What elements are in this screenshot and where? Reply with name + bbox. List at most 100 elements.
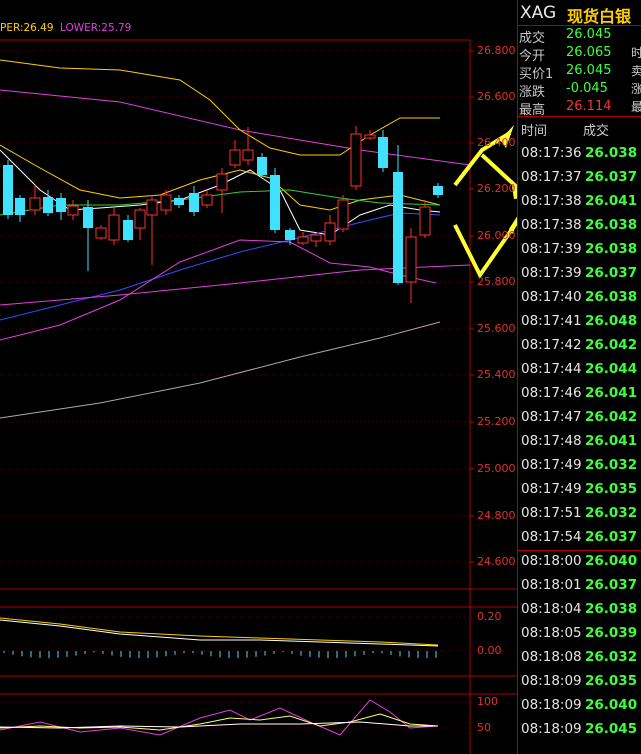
candle-body (160, 194, 172, 211)
price-axis-label: 24.800 (477, 509, 516, 522)
price-axis-label: 25.200 (477, 415, 516, 428)
candle-body (146, 199, 158, 216)
tick-row[interactable]: 08:17:46 26.041 (517, 385, 641, 409)
kdj-j-line (0, 699, 439, 736)
candle-body (337, 199, 349, 230)
tick-time: 08:18:05 (521, 625, 582, 641)
tick-price: 26.037 (585, 169, 638, 185)
tick-price: 26.039 (585, 625, 638, 641)
tick-price: 26.038 (585, 145, 638, 161)
price-axis-label: 25.800 (477, 275, 516, 288)
tick-time: 08:17:36 (521, 145, 582, 161)
tick-price: 26.038 (585, 241, 638, 257)
price-axis-label: 25.600 (477, 322, 516, 335)
signal-line (0, 617, 439, 646)
tick-row[interactable]: 08:17:49 26.035 (517, 481, 641, 505)
candle-body (83, 207, 93, 228)
tick-row[interactable]: 08:17:36 26.038 (517, 145, 641, 169)
price-axis-label: 26.200 (477, 182, 516, 195)
candlestick-chart[interactable] (0, 0, 517, 754)
candle-body (324, 222, 336, 242)
quote-value: 26.114 (566, 99, 612, 114)
tick-row[interactable]: 08:17:38 26.041 (517, 193, 641, 217)
tick-row[interactable]: 08:18:01 26.037 (517, 577, 641, 601)
tick-price: 26.040 (585, 697, 638, 713)
quote-label: 买价1 (519, 67, 554, 82)
tick-time: 08:18:09 (521, 721, 582, 737)
tick-row[interactable]: 08:17:39 26.037 (517, 265, 641, 289)
tick-price: 26.032 (585, 649, 638, 665)
candle-body (216, 173, 228, 191)
tick-price: 26.042 (585, 409, 638, 425)
price-axis-label: 26.000 (477, 229, 516, 242)
tick-price: 26.044 (585, 361, 638, 377)
tick-time: 08:17:49 (521, 457, 582, 473)
tick-price: 26.038 (585, 289, 638, 305)
quote-value: -0.045 (566, 81, 608, 96)
tick-time: 08:17:46 (521, 385, 582, 401)
tick-time: 08:17:47 (521, 409, 582, 425)
candle-body (95, 227, 107, 239)
tick-row[interactable]: 08:17:48 26.041 (517, 433, 641, 457)
quote-row: 买价1 26.045 (517, 63, 641, 82)
tick-row[interactable]: 08:18:08 26.032 (517, 649, 641, 673)
price-axis-label: 26.600 (477, 90, 516, 103)
candle-body (67, 205, 79, 216)
tick-row[interactable]: 08:17:44 26.044 (517, 361, 641, 385)
candle-body (108, 214, 120, 241)
candle-body (433, 186, 443, 195)
tick-row[interactable]: 08:18:00 26.040 (517, 553, 641, 577)
edge-label: 最 (631, 100, 641, 114)
quote-row: 成交 26.045 (517, 27, 641, 46)
candle-body (270, 175, 280, 230)
tick-row[interactable]: 08:17:37 26.037 (517, 169, 641, 193)
tick-row[interactable]: 08:17:39 26.038 (517, 241, 641, 265)
edge-label: 卖 (631, 64, 641, 78)
quote-row: 今开 26.065 (517, 45, 641, 64)
quote-panel: XAG 现货白银 成交 26.045 今开 26.065 买价1 26.045 涨跌 -0.0… (517, 0, 641, 754)
quote-label: 成交 (519, 31, 546, 46)
legend-upper: PER:26.49 (0, 22, 54, 34)
tick-row[interactable]: 08:17:47 26.042 (517, 409, 641, 433)
legend-lower: LOWER:25.79 (60, 22, 132, 34)
tick-row[interactable]: 08:18:04 26.038 (517, 601, 641, 625)
symbol-name: 现货白银 (567, 7, 632, 26)
candle-body (393, 172, 403, 283)
candle-body (310, 234, 322, 242)
tick-time: 08:17:38 (521, 193, 582, 209)
tick-price: 26.037 (585, 577, 638, 593)
tick-row[interactable]: 08:18:05 26.039 (517, 625, 641, 649)
candle-body (201, 194, 213, 206)
tick-row[interactable]: 08:18:09 26.045 (517, 721, 641, 745)
quote-value: 26.045 (566, 63, 612, 78)
candle-body (56, 198, 66, 212)
indicator-axis-label: 50 (477, 721, 491, 734)
indicator-line (0, 149, 441, 236)
tick-time: 08:18:04 (521, 601, 582, 617)
ticks-header-price: 成交 (583, 124, 610, 139)
tick-row[interactable]: 08:17:40 26.038 (517, 289, 641, 313)
price-axis-label: 25.000 (477, 462, 516, 475)
tick-row[interactable]: 08:18:09 26.035 (517, 673, 641, 697)
quote-value: 26.065 (566, 45, 612, 60)
candle-body (297, 236, 309, 244)
candle-body (43, 197, 53, 213)
price-axis-label: 25.400 (477, 368, 516, 381)
tick-row[interactable]: 08:17:51 26.032 (517, 505, 641, 529)
tick-time: 08:17:39 (521, 265, 582, 281)
tick-row[interactable]: 08:17:49 26.032 (517, 457, 641, 481)
tick-row[interactable]: 08:18:09 26.040 (517, 697, 641, 721)
quote-row: 涨跌 -0.045 (517, 81, 641, 100)
tick-row[interactable]: 08:17:38 26.038 (517, 217, 641, 241)
tick-time: 08:18:01 (521, 577, 582, 593)
tick-row[interactable]: 08:17:42 26.042 (517, 337, 641, 361)
tick-price: 26.041 (585, 433, 638, 449)
candle-body (242, 149, 254, 161)
indicator-axis-label: 0.00 (477, 644, 502, 657)
tick-row[interactable]: 08:17:41 26.048 (517, 313, 641, 337)
quote-value: 26.045 (566, 27, 612, 42)
symbol-code: XAG (520, 3, 557, 23)
price-axis-label: 24.600 (477, 555, 516, 568)
quote-row: 最高 26.114 (517, 99, 641, 118)
tick-price: 26.048 (585, 313, 638, 329)
